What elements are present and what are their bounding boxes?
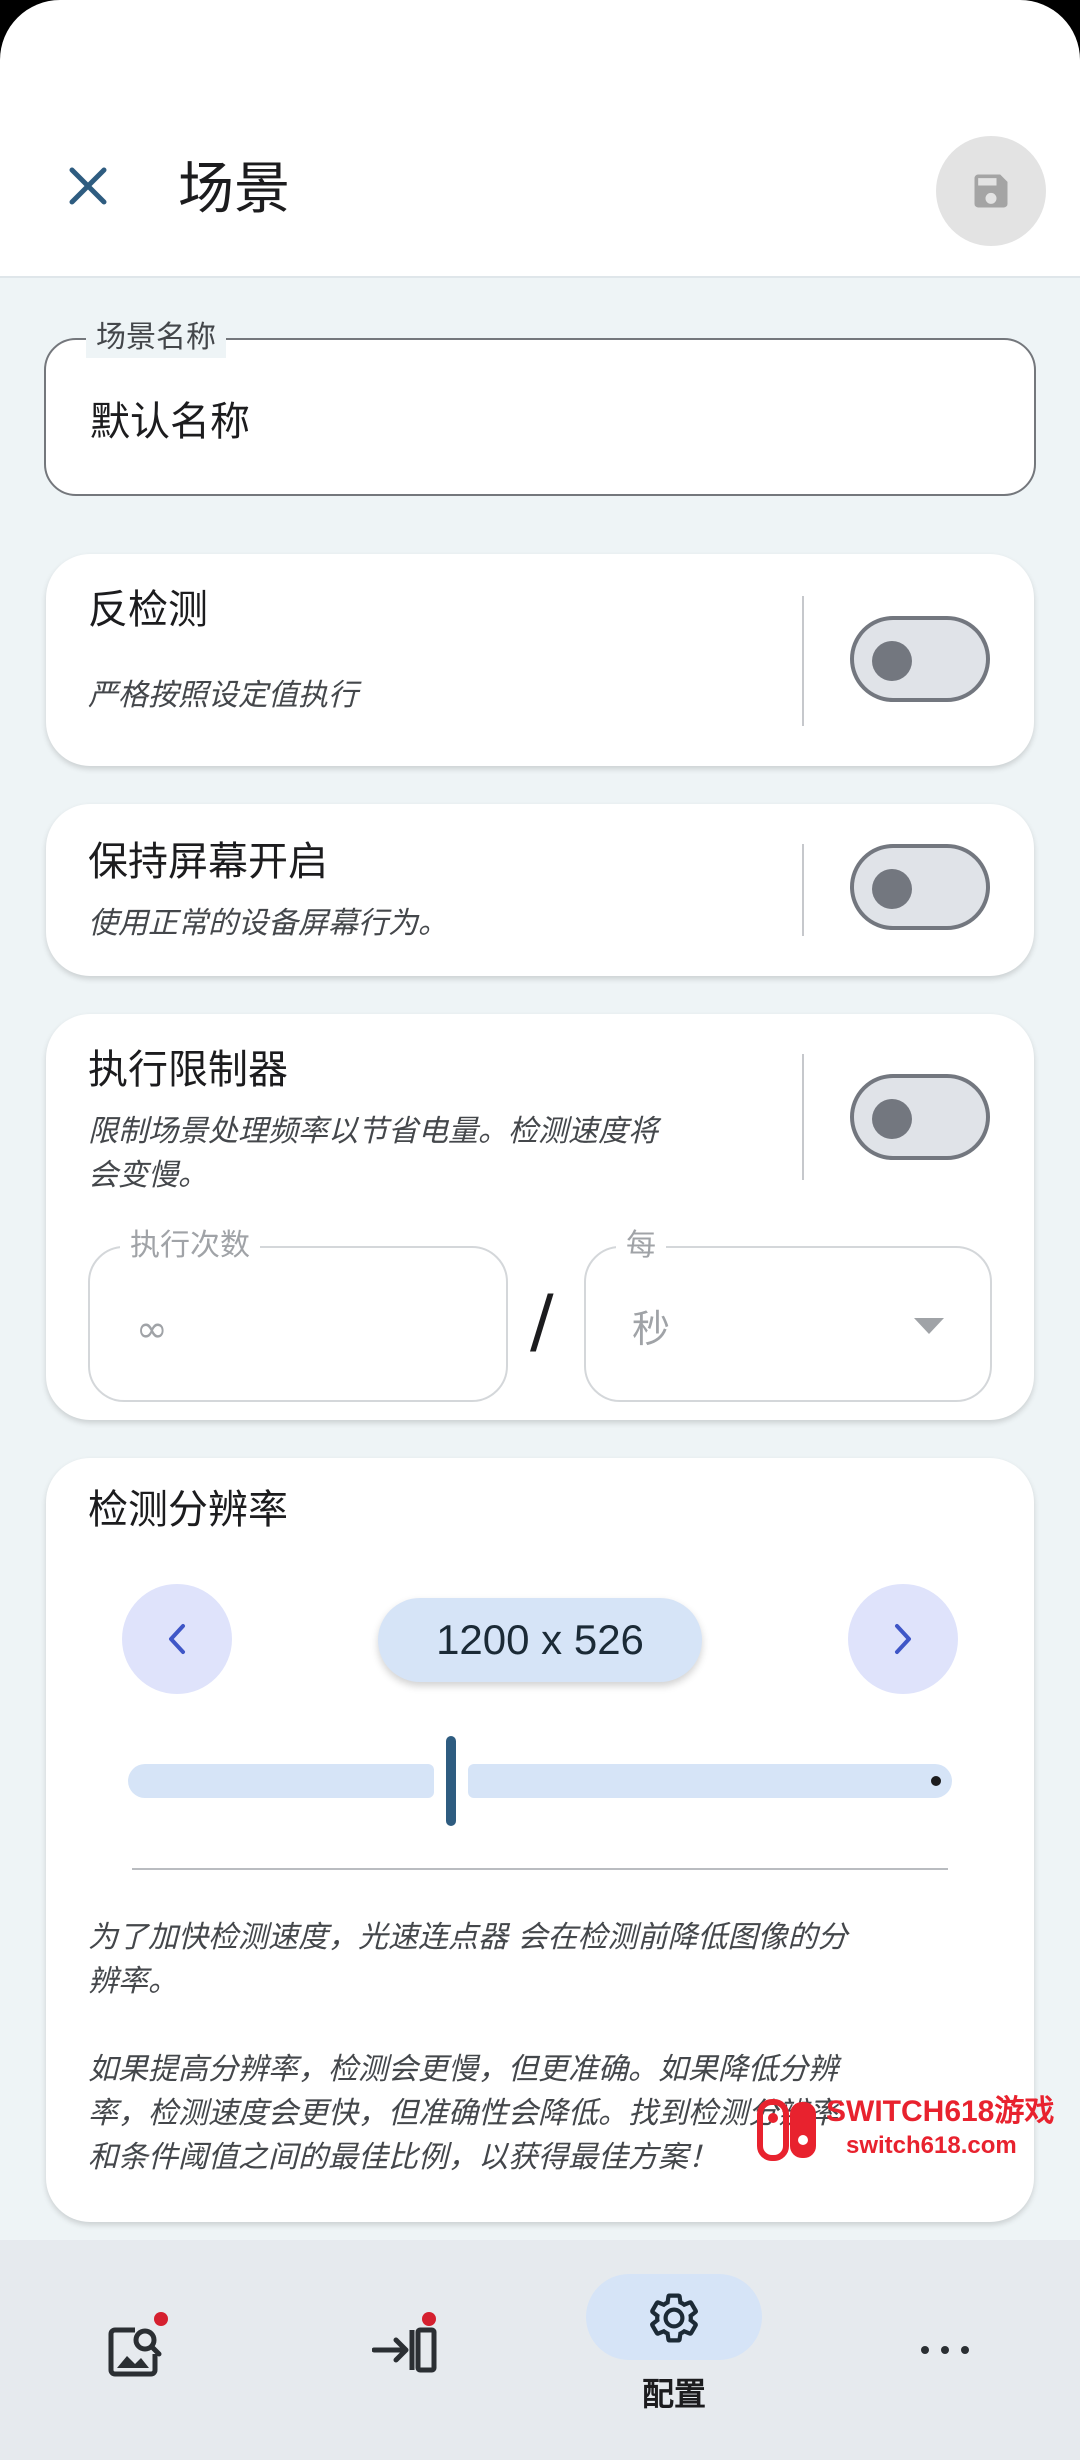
execution-count-label: 执行次数 [120,1226,260,1266]
chevron-right-icon [895,1624,911,1654]
resolution-info-1b: 辨率。 [88,1964,178,1999]
watermark-line2: switch618.com [846,2132,1017,2159]
anti-detection-description: 严格按照设定值执行 [88,678,358,713]
gear-icon [650,2293,698,2343]
anti-detection-toggle[interactable] [850,616,990,702]
slider-thumb[interactable] [446,1736,456,1826]
nav-item-config-icon [640,2290,708,2346]
slider-track-left [128,1764,434,1798]
keep-screen-on-card: 保持屏幕开启 使用正常的设备屏幕行为。 [46,804,1034,976]
divider [802,1054,804,1180]
per-unit-value: 秒 [632,1307,671,1351]
execution-count-value[interactable]: ∞ [136,1304,168,1354]
save-icon [974,174,1008,208]
more-horizontal-icon [921,2346,969,2354]
image-search-icon [108,2327,162,2377]
nav-item-login[interactable] [360,2310,450,2390]
detection-resolution-title: 检测分辨率 [88,1487,288,1533]
resolution-info-2b: 率，检测速度会更快，但准确性会降低。找到检测分辨率 [88,2096,838,2131]
watermark-line1: SWITCH618游戏 [826,2095,1055,2128]
resolution-info-2a: 如果提高分辨率，检测会更慢，但更准确。如果降低分辨 [88,2052,838,2087]
keep-screen-on-title: 保持屏幕开启 [88,839,328,885]
execution-count-field[interactable]: 执行次数 ∞ [88,1226,508,1402]
notification-badge [154,2312,168,2326]
login-icon [372,2327,437,2373]
watermark: SWITCH618游戏 switch618.com [756,2092,1080,2166]
chevron-left-icon [169,1624,185,1654]
nav-item-more[interactable] [900,2320,990,2380]
execution-limiter-title: 执行限制器 [88,1047,288,1093]
execution-limiter-description-1: 限制场景处理频率以节省电量。检测速度将 [88,1114,658,1149]
save-button[interactable] [936,136,1046,246]
divider [802,844,804,936]
execution-limiter-description-2: 会变慢。 [88,1158,208,1193]
page-title: 场景 [178,157,290,222]
per-separator: / [530,1280,554,1362]
close-button[interactable] [52,150,124,222]
keep-screen-on-description: 使用正常的设备屏幕行为。 [88,906,448,941]
keep-screen-on-toggle[interactable] [850,844,990,930]
divider [132,1868,948,1870]
anti-detection-title: 反检测 [88,587,208,633]
next-resolution-button[interactable] [848,1584,958,1694]
slider-track-right [468,1764,952,1798]
resolution-info-2c: 和条件阈值之间的最佳比例，以获得最佳方案！ [88,2140,718,2175]
resolution-value-chip: 1200 x 526 [378,1598,702,1682]
switch-logo-icon [757,2099,816,2161]
close-icon [69,167,107,205]
top-app-bar: 场景 [0,0,1080,278]
notification-badge [422,2312,436,2326]
previous-resolution-button[interactable] [122,1584,232,1694]
anti-detection-card: 反检测 严格按照设定值执行 [46,554,1034,766]
scenario-name-label: 场景名称 [86,318,226,358]
per-unit-dropdown[interactable]: 每 秒 [584,1226,992,1402]
divider [802,596,804,726]
slider-end-dot [931,1776,941,1786]
dropdown-arrow-icon [914,1318,944,1334]
scenario-name-field[interactable]: 场景名称 默认名称 [44,318,1036,496]
execution-limiter-toggle[interactable] [850,1074,990,1160]
scenario-name-value[interactable]: 默认名称 [90,396,250,448]
per-unit-label: 每 [616,1226,666,1266]
nav-item-config-label: 配置 [641,2375,706,2413]
resolution-info-1a: 为了加快检测速度，光速连点器 会在检测前降低图像的分 [88,1920,848,1955]
